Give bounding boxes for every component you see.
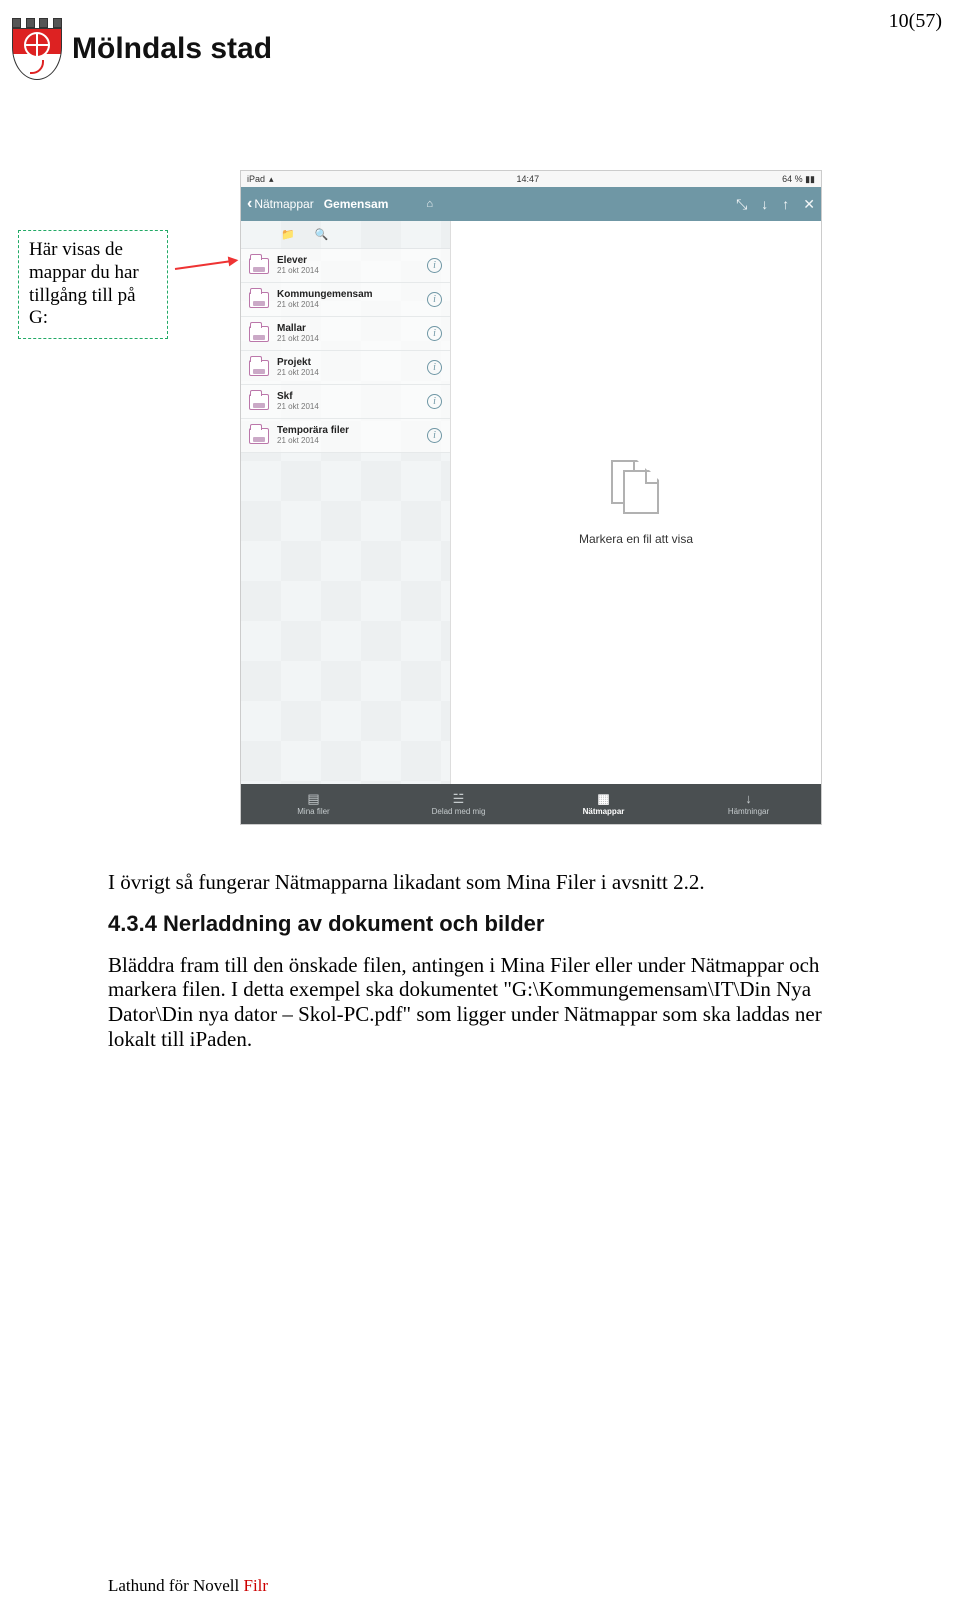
logo-text: Mölndals stad [72, 32, 272, 66]
status-device: iPad▴ [247, 174, 274, 185]
search-icon[interactable]: 🔍 [315, 228, 329, 241]
paragraph: I övrigt så fungerar Nätmapparna likadan… [108, 870, 843, 895]
page-footer: Lathund för Novell Filr [108, 1576, 268, 1596]
home-icon[interactable]: ⌂ [426, 198, 433, 210]
info-icon[interactable]: i [427, 292, 442, 307]
page-header: Mölndals stad [12, 18, 272, 80]
tab-label: Nätmappar [583, 807, 625, 816]
tab-nätmappar[interactable]: ▦ Nätmappar [531, 784, 676, 824]
folder-date: 21 okt 2014 [277, 335, 419, 343]
back-label: Nätmappar [254, 197, 313, 211]
paragraph: Bläddra fram till den önskade filen, ant… [108, 953, 843, 1052]
info-icon[interactable]: i [427, 428, 442, 443]
callout-box: Här visas de mappar du har tillgång till… [18, 230, 168, 339]
folder-icon [249, 360, 269, 376]
nav-title: Gemensam [324, 197, 389, 211]
tab-label: Delad med mig [432, 807, 486, 816]
folder-date: 21 okt 2014 [277, 369, 419, 377]
folder-date: 21 okt 2014 [277, 267, 419, 275]
folder-row[interactable]: Elever21 okt 2014 i [241, 249, 450, 283]
folder-date: 21 okt 2014 [277, 437, 419, 445]
molndal-shield-logo [12, 18, 62, 80]
folder-icon [249, 326, 269, 342]
status-time: 14:47 [517, 174, 540, 184]
tab-mina-filer[interactable]: ▤ Mina filer [241, 784, 386, 824]
folder-date: 21 okt 2014 [277, 301, 419, 309]
bottom-tab-bar: ▤ Mina filer ☱ Delad med mig ▦ Nätmappar ↓ Hämt… [241, 784, 821, 824]
folder-row[interactable]: Projekt21 okt 2014 i [241, 351, 450, 385]
status-battery: 64 % ▮▮ [782, 174, 815, 185]
close-icon[interactable]: ✕ [803, 196, 815, 213]
folder-view-icon[interactable]: 📁 [281, 228, 295, 241]
chevron-left-icon: ‹ [247, 195, 252, 213]
info-icon[interactable]: i [427, 326, 442, 341]
folder-row[interactable]: Temporära filer21 okt 2014 i [241, 419, 450, 453]
tab-label: Mina filer [297, 807, 329, 816]
tab-icon: ☱ [453, 792, 465, 805]
documents-placeholder-icon [611, 460, 661, 516]
folder-icon [249, 394, 269, 410]
tab-icon: ▦ [597, 792, 609, 805]
folder-name: Elever [277, 256, 419, 266]
folder-icon [249, 292, 269, 308]
document-body: I övrigt så fungerar Nätmapparna likadan… [108, 870, 843, 1068]
tab-delad-med-mig[interactable]: ☱ Delad med mig [386, 784, 531, 824]
preview-message: Markera en fil att visa [579, 532, 693, 546]
tab-label: Hämtningar [728, 807, 769, 816]
folder-name: Skf [277, 392, 419, 402]
back-button[interactable]: ‹ Nätmappar [247, 195, 314, 213]
share-icon[interactable]: ↑ [782, 196, 789, 213]
info-icon[interactable]: i [427, 360, 442, 375]
folder-row[interactable]: Mallar21 okt 2014 i [241, 317, 450, 351]
ipad-screenshot: iPad▴ 14:47 64 % ▮▮ ‹ Nätmappar Gemensam… [240, 170, 822, 825]
folder-icon [249, 258, 269, 274]
info-icon[interactable]: i [427, 258, 442, 273]
folder-sidebar: 📁 🔍 Elever21 okt 2014iKommungemensam21 o… [241, 221, 451, 784]
folder-row[interactable]: Kommungemensam21 okt 2014 i [241, 283, 450, 317]
folder-name: Temporära filer [277, 426, 419, 436]
app-nav-bar: ‹ Nätmappar Gemensam ⌂ ⤡ ↓ ↑ ✕ [241, 187, 821, 221]
callout-arrow [175, 259, 237, 270]
folder-name: Mallar [277, 324, 419, 334]
section-heading: 4.3.4 Nerladdning av dokument och bilder [108, 911, 843, 937]
sidebar-toolbar: 📁 🔍 [241, 221, 450, 249]
expand-icon[interactable]: ⤡ [736, 196, 747, 213]
tab-icon: ↓ [745, 792, 752, 805]
folder-name: Projekt [277, 358, 419, 368]
info-icon[interactable]: i [427, 394, 442, 409]
page-number: 10(57) [889, 10, 942, 33]
folder-name: Kommungemensam [277, 290, 419, 300]
wifi-icon: ▴ [269, 174, 274, 185]
tab-hämtningar[interactable]: ↓ Hämtningar [676, 784, 821, 824]
tab-icon: ▤ [307, 792, 319, 805]
ios-status-bar: iPad▴ 14:47 64 % ▮▮ [241, 171, 821, 187]
folder-icon [249, 428, 269, 444]
download-icon[interactable]: ↓ [761, 196, 768, 213]
folder-row[interactable]: Skf21 okt 2014 i [241, 385, 450, 419]
folder-date: 21 okt 2014 [277, 403, 419, 411]
file-preview-pane: Markera en fil att visa [451, 221, 821, 784]
